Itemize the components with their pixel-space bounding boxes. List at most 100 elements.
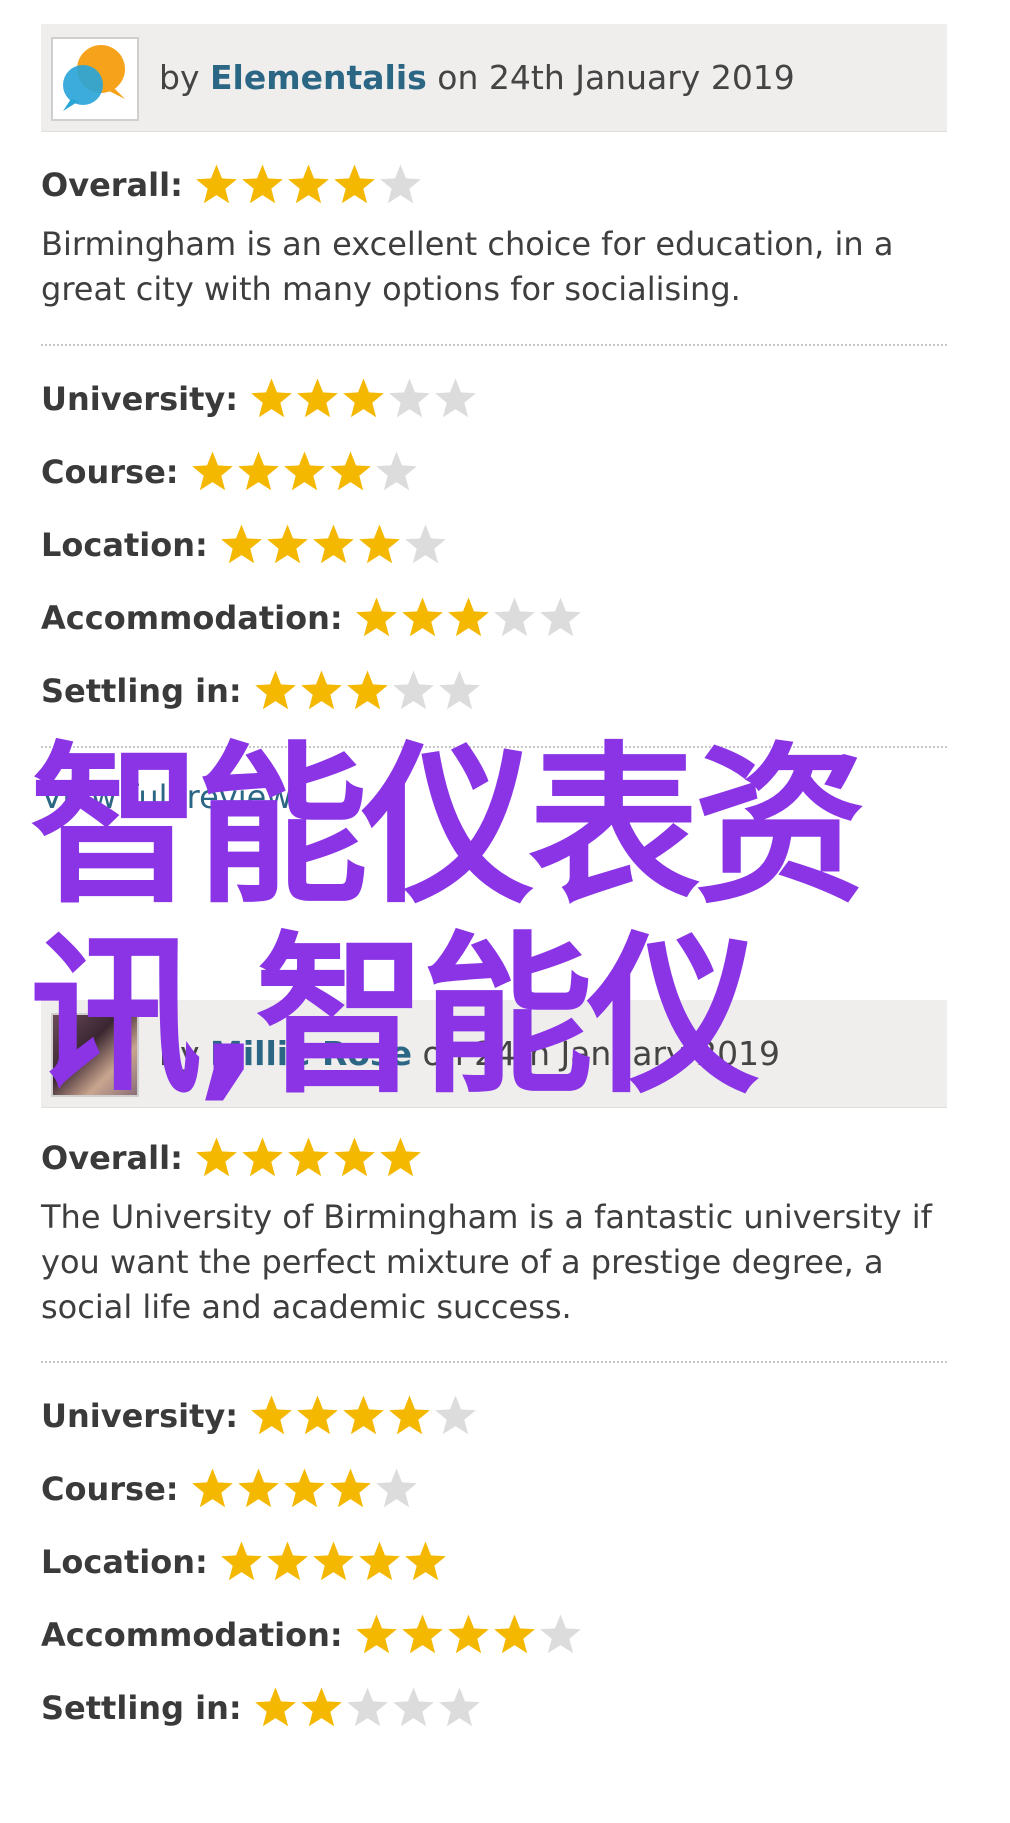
star-empty-icon bbox=[435, 1395, 476, 1435]
rating-row-settling-in: Settling in: bbox=[41, 666, 947, 716]
star-filled-icon bbox=[404, 1541, 446, 1581]
star-filled-icon bbox=[346, 670, 388, 710]
star-filled-icon bbox=[220, 524, 262, 564]
star-filled-icon bbox=[251, 378, 292, 418]
star-filled-icon bbox=[343, 378, 384, 418]
star-filled-icon bbox=[312, 524, 354, 564]
star-filled-icon bbox=[329, 1468, 371, 1508]
star-rating bbox=[252, 667, 482, 715]
review-header: by Millie Rose on 24th January 2019 bbox=[41, 1000, 947, 1108]
rating-row-accommodation: Accommodation: bbox=[41, 593, 947, 643]
overall-rating-row: Overall: bbox=[41, 160, 947, 210]
rating-label: Location: bbox=[41, 526, 208, 564]
review-date: on 24th January 2019 bbox=[422, 1034, 781, 1073]
star-filled-icon bbox=[242, 1137, 283, 1177]
rating-label: University: bbox=[41, 1397, 239, 1435]
star-empty-icon bbox=[438, 1687, 480, 1727]
overall-rating-row: Overall: bbox=[41, 1133, 947, 1183]
star-filled-icon bbox=[283, 1468, 325, 1508]
avatar[interactable] bbox=[51, 1013, 139, 1097]
review-date: on 24th January 2019 bbox=[437, 58, 795, 97]
review-card-2: by Millie Rose on 24th January 2019 Over… bbox=[41, 1000, 947, 1733]
star-filled-icon bbox=[191, 1468, 233, 1508]
star-empty-icon bbox=[346, 1687, 388, 1727]
star-filled-icon bbox=[343, 1395, 384, 1435]
author-link[interactable]: Millie Rose bbox=[210, 1034, 412, 1073]
star-filled-icon bbox=[493, 1614, 535, 1654]
star-filled-icon bbox=[389, 1395, 430, 1435]
star-filled-icon bbox=[288, 1137, 329, 1177]
overall-label: Overall: bbox=[41, 1139, 183, 1177]
star-filled-icon bbox=[191, 451, 233, 491]
rating-row-accommodation: Accommodation: bbox=[41, 1610, 947, 1660]
star-filled-icon bbox=[334, 1137, 375, 1177]
divider bbox=[41, 1361, 947, 1363]
star-filled-icon bbox=[196, 164, 237, 204]
avatar[interactable] bbox=[51, 37, 139, 121]
rating-label: Settling in: bbox=[41, 672, 242, 710]
star-filled-icon bbox=[237, 1468, 279, 1508]
rating-label: Location: bbox=[41, 1543, 208, 1581]
star-empty-icon bbox=[380, 164, 421, 204]
star-filled-icon bbox=[220, 1541, 262, 1581]
star-filled-icon bbox=[447, 1614, 489, 1654]
category-ratings: University: Course: Location: Accommodat… bbox=[41, 374, 947, 716]
star-filled-icon bbox=[251, 1395, 292, 1435]
star-rating bbox=[353, 1611, 583, 1659]
rating-label: Course: bbox=[41, 453, 179, 491]
rating-row-location: Location: bbox=[41, 1537, 947, 1587]
star-filled-icon bbox=[266, 1541, 308, 1581]
star-rating bbox=[218, 521, 448, 569]
review-text: Birmingham is an excellent choice for ed… bbox=[41, 225, 894, 308]
star-empty-icon bbox=[375, 451, 417, 491]
star-filled-icon bbox=[358, 524, 400, 564]
view-full-review-link[interactable]: View full review bbox=[41, 778, 947, 816]
star-rating bbox=[353, 594, 583, 642]
rating-row-location: Location: bbox=[41, 520, 947, 570]
star-empty-icon bbox=[389, 378, 430, 418]
rating-label: Accommodation: bbox=[41, 1616, 343, 1654]
rating-label: Course: bbox=[41, 1470, 179, 1508]
rating-row-settling-in: Settling in: bbox=[41, 1683, 947, 1733]
rating-row-university: University: bbox=[41, 1391, 947, 1441]
star-filled-icon bbox=[312, 1541, 354, 1581]
star-rating bbox=[193, 161, 423, 209]
rating-label: Settling in: bbox=[41, 1689, 242, 1727]
star-rating bbox=[252, 1684, 482, 1732]
star-filled-icon bbox=[329, 451, 371, 491]
star-rating bbox=[189, 1465, 419, 1513]
star-empty-icon bbox=[435, 378, 476, 418]
divider bbox=[41, 344, 947, 346]
rating-row-course: Course: bbox=[41, 1464, 947, 1514]
star-empty-icon bbox=[539, 1614, 581, 1654]
review-card-1: by Elementalis on 24th January 2019 Over… bbox=[41, 24, 947, 816]
star-filled-icon bbox=[358, 1541, 400, 1581]
star-filled-icon bbox=[300, 670, 342, 710]
category-ratings: University: Course: Location: Accommodat… bbox=[41, 1391, 947, 1733]
author-link[interactable]: Elementalis bbox=[210, 58, 427, 97]
star-empty-icon bbox=[438, 670, 480, 710]
star-filled-icon bbox=[380, 1137, 421, 1177]
star-filled-icon bbox=[297, 1395, 338, 1435]
star-filled-icon bbox=[237, 451, 279, 491]
star-filled-icon bbox=[266, 524, 308, 564]
review-byline: by Elementalis on 24th January 2019 bbox=[159, 24, 795, 132]
star-filled-icon bbox=[334, 164, 375, 204]
star-filled-icon bbox=[254, 1687, 296, 1727]
divider bbox=[41, 746, 947, 748]
star-filled-icon bbox=[355, 597, 397, 637]
star-filled-icon bbox=[447, 597, 489, 637]
by-prefix: by bbox=[159, 58, 200, 97]
star-rating bbox=[189, 448, 419, 496]
by-prefix: by bbox=[159, 1034, 200, 1073]
speech-bubbles-logo-icon bbox=[63, 45, 125, 111]
star-empty-icon bbox=[375, 1468, 417, 1508]
star-filled-icon bbox=[283, 451, 325, 491]
star-filled-icon bbox=[242, 164, 283, 204]
star-empty-icon bbox=[539, 597, 581, 637]
star-filled-icon bbox=[355, 1614, 397, 1654]
star-rating bbox=[248, 375, 478, 423]
star-filled-icon bbox=[288, 164, 329, 204]
star-rating bbox=[218, 1538, 448, 1586]
star-empty-icon bbox=[392, 1687, 434, 1727]
